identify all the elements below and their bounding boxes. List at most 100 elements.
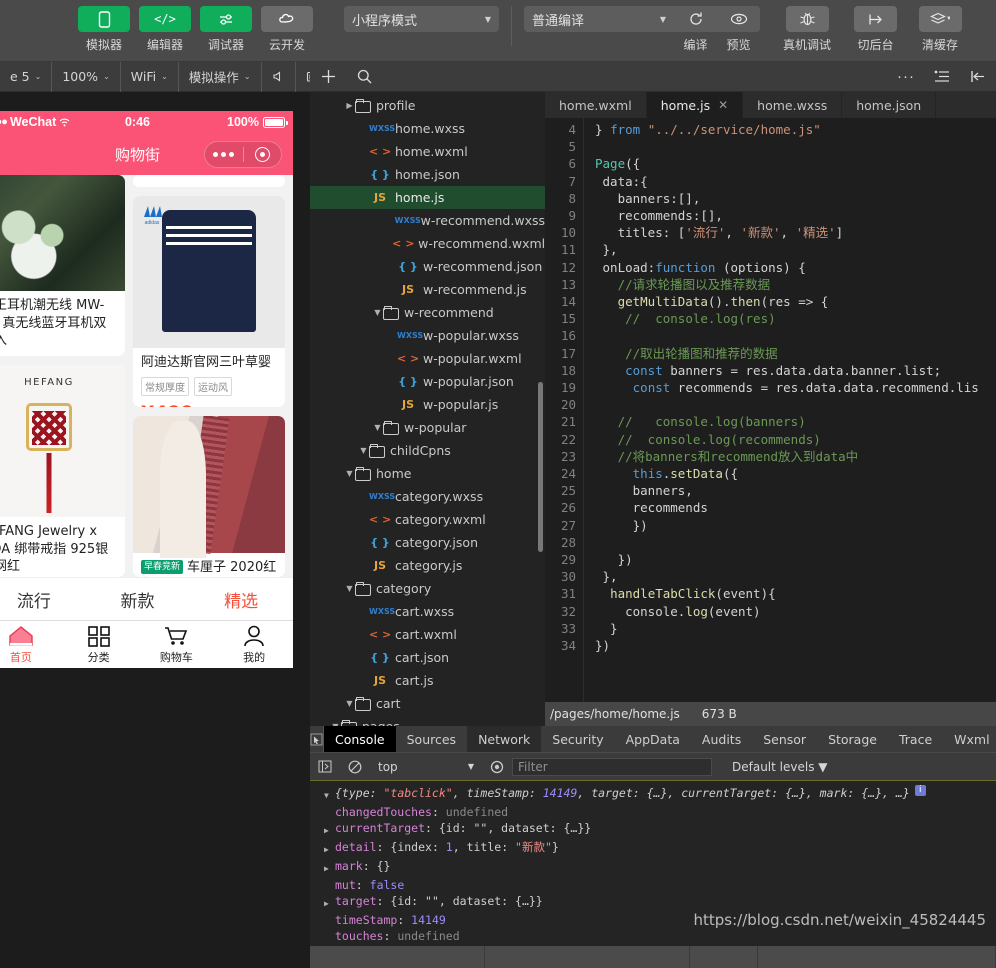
- devtools-tab-wxml[interactable]: Wxml: [943, 726, 996, 752]
- product-feed[interactable]: 猫王耳机潮无线 MW-B2 真无线蓝牙耳机双耳入 899 155人付款 ···: [0, 175, 293, 577]
- compile-select[interactable]: 普通编译 ▼: [524, 6, 674, 32]
- devtools-tabs[interactable]: Console Sources Network Security AppData Audi…: [310, 726, 996, 752]
- tab-liuxing[interactable]: 流行: [0, 587, 86, 612]
- code-line[interactable]: // console.log(banners): [595, 413, 996, 430]
- toolbar-editor-button[interactable]: </> 编辑器: [139, 6, 191, 53]
- code-line[interactable]: }: [595, 620, 996, 637]
- tree-item-w-recommend[interactable]: ▼ w-recommend: [310, 301, 545, 324]
- file-tree[interactable]: ▶profile▼WXSShome.wxss▼< >home.wxml▼{ }h…: [310, 92, 545, 726]
- code-line[interactable]: }): [595, 517, 996, 534]
- bottom-tabbar[interactable]: 首页 分类 购物车 我的: [0, 620, 293, 668]
- chevron-right-icon[interactable]: ▶: [324, 839, 335, 858]
- tree-item-w-popular[interactable]: ▼ w-popular: [310, 416, 545, 439]
- tree-item-childCpns[interactable]: ▼ childCpns: [310, 439, 545, 462]
- code-line[interactable]: const recommends = res.data.data.recomme…: [595, 379, 996, 396]
- preview-button[interactable]: [717, 6, 760, 32]
- clearcache-button[interactable]: ▼ 清缓存: [911, 6, 969, 53]
- tree-item-pages[interactable]: ▼ pages: [310, 715, 545, 726]
- tree-item-cart[interactable]: ▼ cart: [310, 692, 545, 715]
- tree-item-category-wxml[interactable]: ▼< >category.wxml: [310, 508, 545, 531]
- add-file-button[interactable]: [310, 62, 346, 92]
- code-line[interactable]: // console.log(recommends): [595, 431, 996, 448]
- tree-item-cart-js[interactable]: ▼JScart.js: [310, 669, 545, 692]
- console-log-row[interactable]: mut: false: [310, 877, 996, 893]
- code-line[interactable]: //将banners和recommend放入到data中: [595, 448, 996, 465]
- code-line[interactable]: this.setData({: [595, 465, 996, 482]
- sidebar-toggle-button[interactable]: [310, 753, 340, 781]
- console-log-row[interactable]: ▶ mark: {}: [310, 858, 996, 877]
- code-line[interactable]: [595, 534, 996, 551]
- more-icon[interactable]: [205, 152, 243, 157]
- tree-item-home-json[interactable]: ▼{ }home.json: [310, 163, 545, 186]
- code-line[interactable]: banners:[],: [595, 190, 996, 207]
- chevron-down-icon[interactable]: ▼: [344, 469, 355, 478]
- toolbar-cloud-button[interactable]: 云开发: [261, 6, 313, 53]
- editor-tab-home-wxss[interactable]: home.wxss: [743, 92, 843, 118]
- code-line[interactable]: // console.log(res): [595, 310, 996, 327]
- console-log-row[interactable]: ▶ detail: {index: 1, title: "新款"}: [310, 839, 996, 858]
- code-line[interactable]: banners,: [595, 482, 996, 499]
- code-line[interactable]: recommends:[],: [595, 207, 996, 224]
- code-line[interactable]: //请求轮播图以及推荐数据: [595, 276, 996, 293]
- console-log-row[interactable]: type: "tabclick": [310, 944, 996, 946]
- inspect-element-button[interactable]: [310, 726, 324, 752]
- editor-tabs[interactable]: home.wxml home.js ✕ home.wxss home.json: [545, 92, 996, 118]
- devtools-tab-security[interactable]: Security: [541, 726, 614, 752]
- simulate-operation-select[interactable]: 模拟操作 ⌄: [179, 61, 262, 92]
- console-settings-button[interactable]: [482, 753, 512, 781]
- tree-item-home-wxml[interactable]: ▼< >home.wxml: [310, 140, 545, 163]
- code-line[interactable]: data:{: [595, 173, 996, 190]
- chevron-down-icon[interactable]: ▼: [372, 308, 383, 317]
- code-line[interactable]: },: [595, 241, 996, 258]
- close-icon[interactable]: ✕: [718, 98, 728, 112]
- tree-item-category-js[interactable]: ▼JScategory.js: [310, 554, 545, 577]
- tree-item-w-popular-wxml[interactable]: ▼< >w-popular.wxml: [310, 347, 545, 370]
- devtools-tab-storage[interactable]: Storage: [817, 726, 888, 752]
- chevron-right-icon[interactable]: ▶: [344, 101, 355, 110]
- collapse-panel-button[interactable]: [960, 62, 996, 92]
- home-tab-control[interactable]: 流行 新款 精选: [0, 577, 293, 620]
- console-log-row[interactable]: touches: undefined: [310, 928, 996, 944]
- code-line[interactable]: },: [595, 568, 996, 585]
- phone-screen[interactable]: ●●● WeChat 0:46 100% 购物街: [0, 111, 293, 668]
- more-button[interactable]: ···: [888, 62, 924, 92]
- product-card[interactable]: adidas 阿迪达斯官网三叶草婴 常规厚度 运动风: [133, 196, 285, 407]
- tree-item-w-recommend-json[interactable]: ▼{ }w-recommend.json: [310, 255, 545, 278]
- tree-item-w-recommend-js[interactable]: ▼JSw-recommend.js: [310, 278, 545, 301]
- chevron-down-icon[interactable]: ▼: [344, 699, 355, 708]
- close-target-icon[interactable]: [244, 147, 282, 162]
- tree-item-category[interactable]: ▼ category: [310, 577, 545, 600]
- toolbar-debugger-button[interactable]: 调试器: [200, 6, 252, 53]
- tabbar-item-cart[interactable]: 购物车: [138, 621, 216, 668]
- tree-item-cart-wxss[interactable]: ▼WXSScart.wxss: [310, 600, 545, 623]
- devtools-tab-trace[interactable]: Trace: [888, 726, 943, 752]
- network-select[interactable]: WiFi ⌄: [121, 61, 179, 92]
- chevron-down-icon[interactable]: ▼: [372, 423, 383, 432]
- editor-tab-home-json[interactable]: home.json: [842, 92, 937, 118]
- code-line[interactable]: titles: ['流行', '新款', '精选']: [595, 224, 996, 241]
- product-card[interactable]: HEFANG HEFANG Jewelry x OOA 绑带戒指 925银女网红…: [0, 365, 125, 577]
- toolbar-simulator-button[interactable]: 模拟器: [78, 6, 130, 53]
- product-card[interactable]: 猫王耳机潮无线 MW-B2 真无线蓝牙耳机双耳入 899 155人付款 ···: [0, 175, 125, 357]
- tabbar-item-profile[interactable]: 我的: [215, 621, 293, 668]
- tabbar-item-category[interactable]: 分类: [60, 621, 138, 668]
- volume-button[interactable]: [262, 61, 296, 92]
- code-line[interactable]: const banners = res.data.data.banner.lis…: [595, 362, 996, 379]
- device-select[interactable]: e 5 ⌄: [0, 61, 53, 92]
- devtools-tab-audits[interactable]: Audits: [691, 726, 752, 752]
- code-line[interactable]: } from "../../service/home.js": [595, 121, 996, 138]
- tree-item-category-wxss[interactable]: ▼WXSScategory.wxss: [310, 485, 545, 508]
- code-lines[interactable]: } from "../../service/home.js" Page({ da…: [583, 118, 996, 702]
- wechat-capsule[interactable]: [204, 141, 282, 168]
- chevron-down-icon[interactable]: ▼: [330, 722, 341, 726]
- code-line[interactable]: getMultiData().then(res => {: [595, 293, 996, 310]
- code-line[interactable]: [595, 138, 996, 155]
- code-line[interactable]: }): [595, 637, 996, 654]
- code-line[interactable]: onLoad:function (options) {: [595, 259, 996, 276]
- code-line[interactable]: [595, 327, 996, 344]
- tree-item-home-wxss[interactable]: ▼WXSShome.wxss: [310, 117, 545, 140]
- devtools-tab-console[interactable]: Console: [324, 726, 396, 752]
- console-log-row[interactable]: ▶ target: {id: "", dataset: {…}}: [310, 893, 996, 912]
- background-button[interactable]: 切后台: [848, 6, 903, 53]
- tree-item-profile[interactable]: ▶ profile: [310, 94, 545, 117]
